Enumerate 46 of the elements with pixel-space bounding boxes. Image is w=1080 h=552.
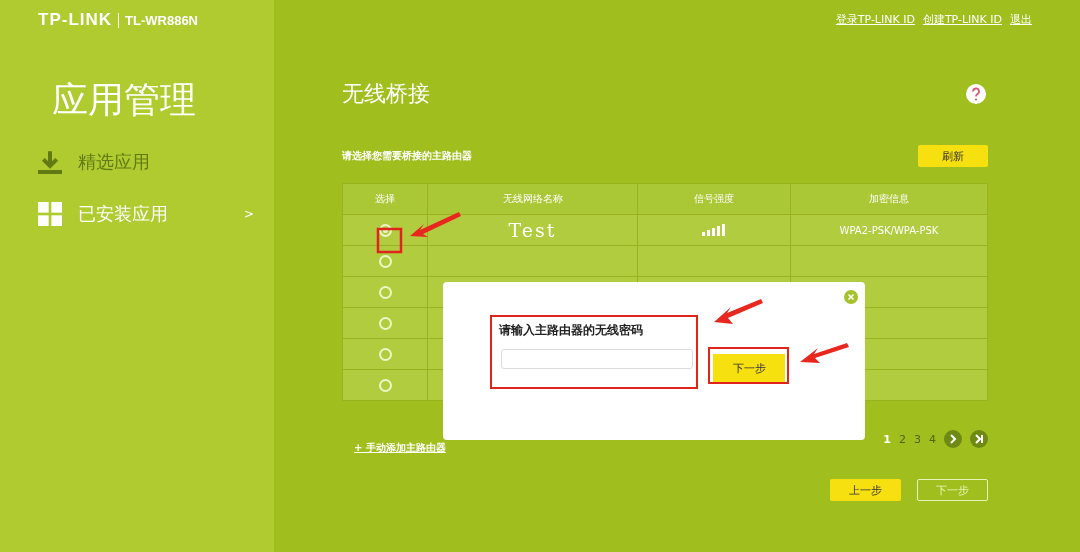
- header-link[interactable]: 创建TP-LINK ID: [922, 12, 1002, 27]
- sidebar-item-label: 精选应用: [78, 150, 150, 174]
- page-number[interactable]: 2: [899, 432, 906, 446]
- chevron-icon: >: [244, 207, 255, 221]
- next-page-icon[interactable]: [944, 430, 962, 448]
- radio-button[interactable]: [378, 347, 392, 361]
- last-page-icon[interactable]: [970, 430, 988, 448]
- radio-button[interactable]: [378, 378, 392, 392]
- header-link[interactable]: 退出: [1010, 12, 1032, 27]
- next-button[interactable]: 下一步: [917, 479, 988, 501]
- radio-button[interactable]: [378, 316, 392, 330]
- arrow: [800, 343, 849, 363]
- sidebar-item[interactable]: 精选应用: [38, 147, 274, 177]
- grid-icon: [38, 202, 62, 226]
- model-name: TL-WR886N: [118, 12, 198, 28]
- header-link[interactable]: 登录TP-LINK ID: [835, 12, 915, 27]
- arrow: [410, 212, 461, 237]
- refresh-button[interactable]: 刷新: [918, 145, 988, 167]
- page-title: 无线桥接: [342, 80, 430, 108]
- instruction-text: 请选择您需要桥接的主路由器: [342, 149, 472, 163]
- network-name: Test: [508, 219, 557, 241]
- field-label: 请输入主路由器的无线密码: [499, 322, 644, 339]
- highlight-box: [376, 227, 403, 254]
- column-header: 选择: [342, 183, 428, 215]
- close-icon[interactable]: [844, 290, 858, 304]
- add-router-link[interactable]: + 手动添加主路由器: [354, 441, 446, 455]
- back-button[interactable]: 上一步: [830, 479, 901, 501]
- page-number[interactable]: 1: [883, 432, 891, 446]
- sidebar-item[interactable]: 已安装应用 >: [38, 199, 274, 229]
- sidebar-title: 应用管理: [52, 78, 197, 122]
- password-field[interactable]: [501, 349, 693, 369]
- security-text: WPA2-PSK/WPA-PSK: [839, 224, 939, 236]
- help-icon[interactable]: [966, 84, 986, 104]
- radio-button[interactable]: [378, 254, 392, 268]
- radio-button[interactable]: [378, 285, 392, 299]
- page-number[interactable]: 4: [929, 432, 936, 446]
- next-button[interactable]: 下一步: [713, 354, 785, 382]
- download-icon: [38, 150, 62, 174]
- column-header: 无线网络名称: [427, 183, 638, 215]
- arrow: [714, 299, 763, 324]
- brand-logo: TP-LINK: [38, 10, 113, 30]
- column-header: 信号强度: [637, 183, 791, 215]
- signal-icon: [702, 224, 726, 236]
- page-number[interactable]: 3: [914, 432, 921, 446]
- sidebar-item-label: 已安装应用: [78, 202, 168, 226]
- column-header: 加密信息: [790, 183, 988, 215]
